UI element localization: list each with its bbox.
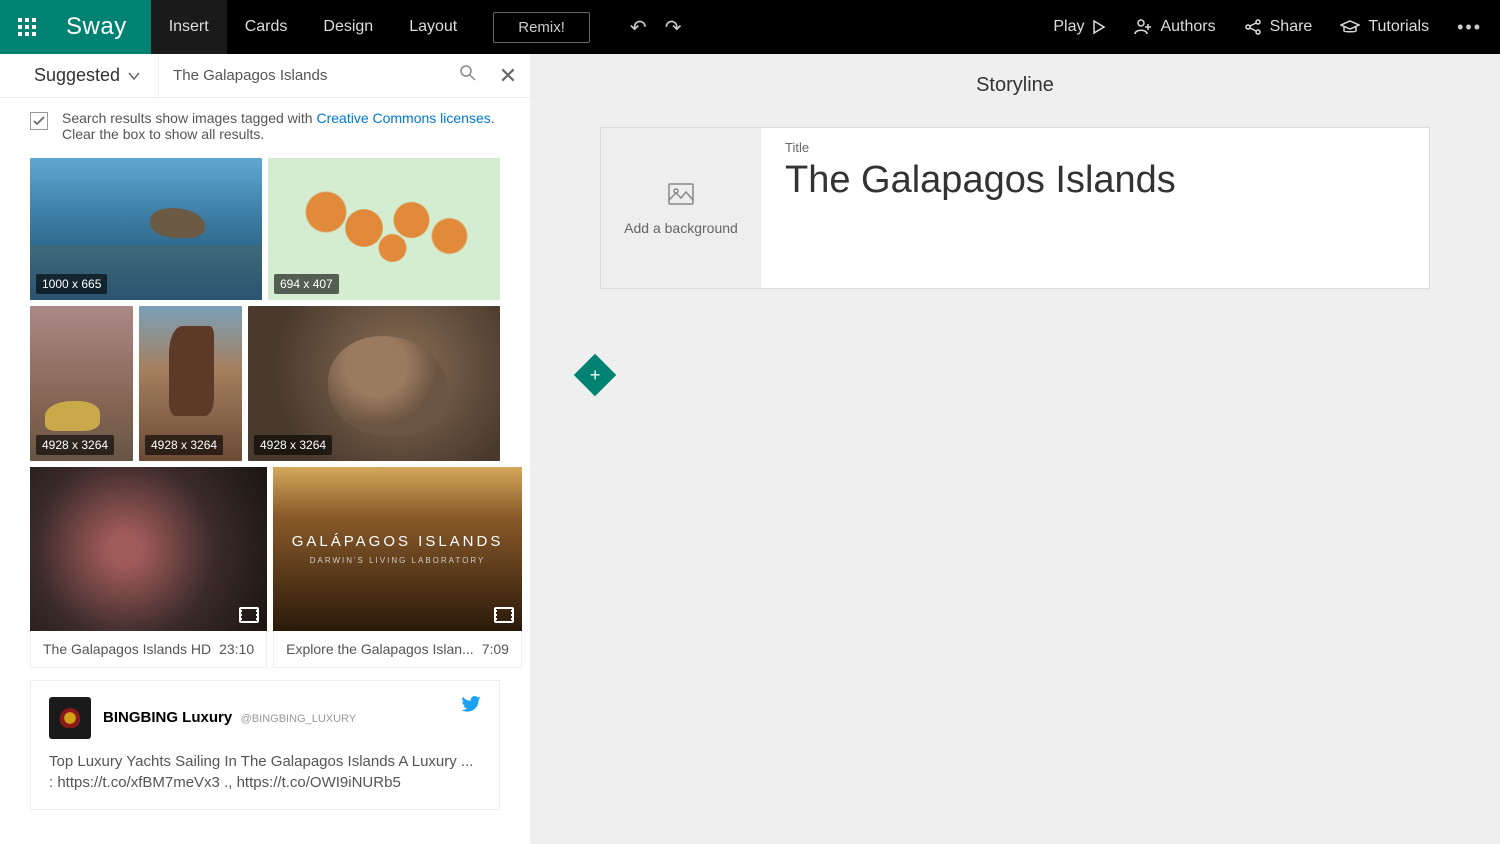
video-title: The Galapagos Islands HD — [43, 641, 219, 657]
search-box — [158, 54, 486, 97]
image-dimensions: 1000 x 665 — [36, 274, 107, 294]
waffle-icon — [18, 18, 36, 36]
image-result[interactable]: 1000 x 665 — [30, 158, 262, 300]
image-dimensions: 694 x 407 — [274, 274, 339, 294]
tweet-avatar — [49, 697, 91, 739]
redo-button[interactable]: ↷ — [661, 11, 686, 44]
video-overlay-title: GALÁPAGOS ISLANDS — [292, 533, 504, 550]
add-background-label: Add a background — [624, 220, 738, 236]
undo-button[interactable]: ↶ — [626, 11, 651, 44]
twitter-icon — [461, 695, 481, 718]
image-dimensions: 4928 x 3264 — [254, 435, 332, 455]
cc-notice-text: Search results show images tagged with C… — [62, 110, 495, 142]
title-input[interactable]: The Galapagos Islands — [785, 159, 1405, 202]
graduation-cap-icon — [1340, 19, 1360, 35]
tab-insert[interactable]: Insert — [151, 0, 227, 54]
play-icon — [1092, 20, 1106, 34]
tweet-author-handle: @BINGBING_LUXURY — [241, 713, 357, 725]
video-overlay-subtitle: DARWIN'S LIVING LABORATORY — [310, 556, 486, 565]
image-result[interactable]: 4928 x 3264 — [139, 306, 242, 461]
tutorials-button[interactable]: Tutorials — [1340, 18, 1429, 36]
search-input[interactable] — [173, 67, 450, 84]
add-card-button[interactable]: + — [574, 354, 616, 396]
top-bar: Sway Insert Cards Design Layout Remix! ↶… — [0, 0, 1500, 54]
tutorials-label: Tutorials — [1368, 18, 1429, 36]
video-icon — [494, 607, 514, 623]
person-add-icon — [1134, 18, 1152, 36]
video-duration: 7:09 — [482, 641, 509, 657]
image-dimensions: 4928 x 3264 — [36, 435, 114, 455]
tweet-author-name: BINGBING Luxury — [103, 709, 232, 726]
storyline-heading: Storyline — [530, 54, 1500, 127]
image-result[interactable]: 4928 x 3264 — [30, 306, 133, 461]
tweet-result[interactable]: BINGBING Luxury @BINGBING_LUXURY Top Lux… — [30, 680, 500, 810]
insert-panel: Suggested ✕ Search results show images t… — [0, 54, 530, 844]
play-label: Play — [1053, 18, 1084, 36]
cc-license-notice: Search results show images tagged with C… — [0, 98, 530, 154]
app-launcher-button[interactable] — [0, 0, 54, 54]
tab-layout[interactable]: Layout — [391, 0, 475, 54]
authors-button[interactable]: Authors — [1134, 18, 1215, 36]
video-duration: 23:10 — [219, 641, 254, 657]
undo-redo-group: ↶ ↷ — [626, 11, 686, 44]
title-card[interactable]: Add a background Title The Galapagos Isl… — [600, 127, 1430, 289]
app-logo[interactable]: Sway — [54, 0, 151, 54]
remix-button[interactable]: Remix! — [493, 12, 590, 43]
tab-cards[interactable]: Cards — [227, 0, 306, 54]
play-button[interactable]: Play — [1053, 18, 1106, 36]
search-button[interactable] — [450, 65, 486, 86]
source-label: Suggested — [34, 65, 120, 86]
video-result[interactable]: The Galapagos Islands HD23:10 — [30, 467, 267, 668]
image-result[interactable]: 694 x 407 — [268, 158, 500, 300]
video-result[interactable]: GALÁPAGOS ISLANDS DARWIN'S LIVING LABORA… — [273, 467, 522, 668]
source-dropdown[interactable]: Suggested — [0, 65, 158, 86]
plus-icon: + — [590, 366, 601, 384]
video-icon — [239, 607, 259, 623]
cc-license-link[interactable]: Creative Commons licenses — [316, 110, 490, 126]
title-field-label: Title — [785, 140, 1405, 155]
share-label: Share — [1270, 18, 1313, 36]
cc-filter-checkbox[interactable] — [30, 112, 48, 130]
authors-label: Authors — [1160, 18, 1215, 36]
topbar-right-controls: Play Authors Share Tutorials ••• — [1053, 17, 1500, 38]
search-results: 1000 x 665 694 x 407 4928 x 3264 4928 x … — [0, 154, 530, 814]
more-button[interactable]: ••• — [1457, 17, 1482, 38]
image-dimensions: 4928 x 3264 — [145, 435, 223, 455]
close-panel-button[interactable]: ✕ — [486, 63, 530, 89]
tab-design[interactable]: Design — [305, 0, 391, 54]
search-icon — [460, 65, 476, 81]
image-placeholder-icon — [667, 180, 695, 208]
checkmark-icon — [33, 115, 45, 127]
main-tabs: Insert Cards Design Layout — [151, 0, 476, 54]
share-icon — [1244, 18, 1262, 36]
video-title: Explore the Galapagos Islan... — [286, 641, 482, 657]
share-button[interactable]: Share — [1244, 18, 1313, 36]
image-result[interactable]: 4928 x 3264 — [248, 306, 500, 461]
chevron-down-icon — [128, 70, 140, 82]
add-background-button[interactable]: Add a background — [601, 128, 761, 288]
storyline-panel: Storyline Add a background Title The Gal… — [530, 54, 1500, 844]
tweet-text: Top Luxury Yachts Sailing In The Galapag… — [49, 751, 481, 793]
panel-header: Suggested ✕ — [0, 54, 530, 98]
